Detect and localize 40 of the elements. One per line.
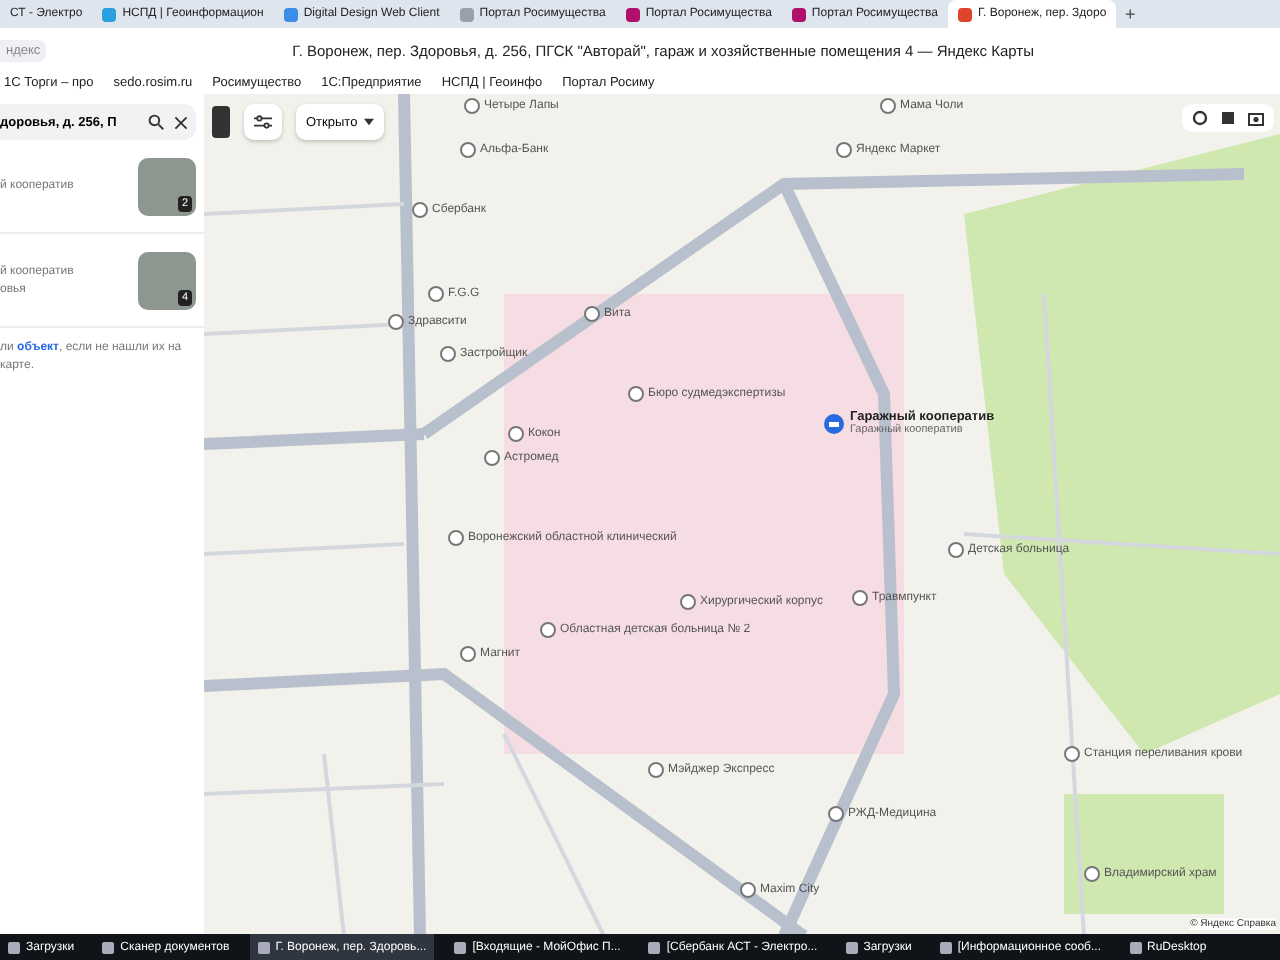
camera-icon[interactable] [1248,110,1264,126]
app-icon [648,941,661,953]
tab-favicon-icon [625,7,640,21]
app-icon [845,941,858,953]
place-marker-icon [388,314,404,330]
place-marker-icon [428,286,444,302]
place-marker-icon [648,762,664,778]
app-icon [939,941,952,953]
app-icon [102,941,115,953]
place-marker-icon [948,542,964,558]
place-marker-icon [412,202,428,218]
tab-favicon-icon [102,7,117,21]
app-icon [454,941,467,953]
circle-icon[interactable] [1192,110,1208,126]
caret-icon [363,118,374,126]
place-marker-icon [484,450,500,466]
place-marker-icon [440,346,456,362]
app-icon [8,941,20,953]
place-marker-icon [1064,746,1080,762]
search-icon[interactable] [148,114,164,130]
tab-favicon-icon [791,7,806,21]
place-marker-icon [464,98,480,114]
tab-favicon-icon [283,7,298,21]
place-marker-icon [836,142,852,158]
close-icon[interactable] [174,115,188,129]
collapse-panel-button[interactable] [212,106,230,138]
tab-favicon-icon [958,7,972,21]
new-tab-button[interactable]: + [1116,0,1145,28]
app-icon [1129,941,1141,953]
tab-favicon-icon [459,7,474,21]
sliders-icon [254,114,272,130]
place-marker-icon [460,646,476,662]
app-icon [257,941,270,953]
place-marker-icon [460,142,476,158]
filter-button[interactable] [244,104,282,140]
place-marker-icon [828,806,844,822]
car-marker-icon [824,413,844,433]
place-marker-icon [448,530,464,546]
place-marker-icon [880,98,896,114]
place-marker-icon [740,882,756,898]
